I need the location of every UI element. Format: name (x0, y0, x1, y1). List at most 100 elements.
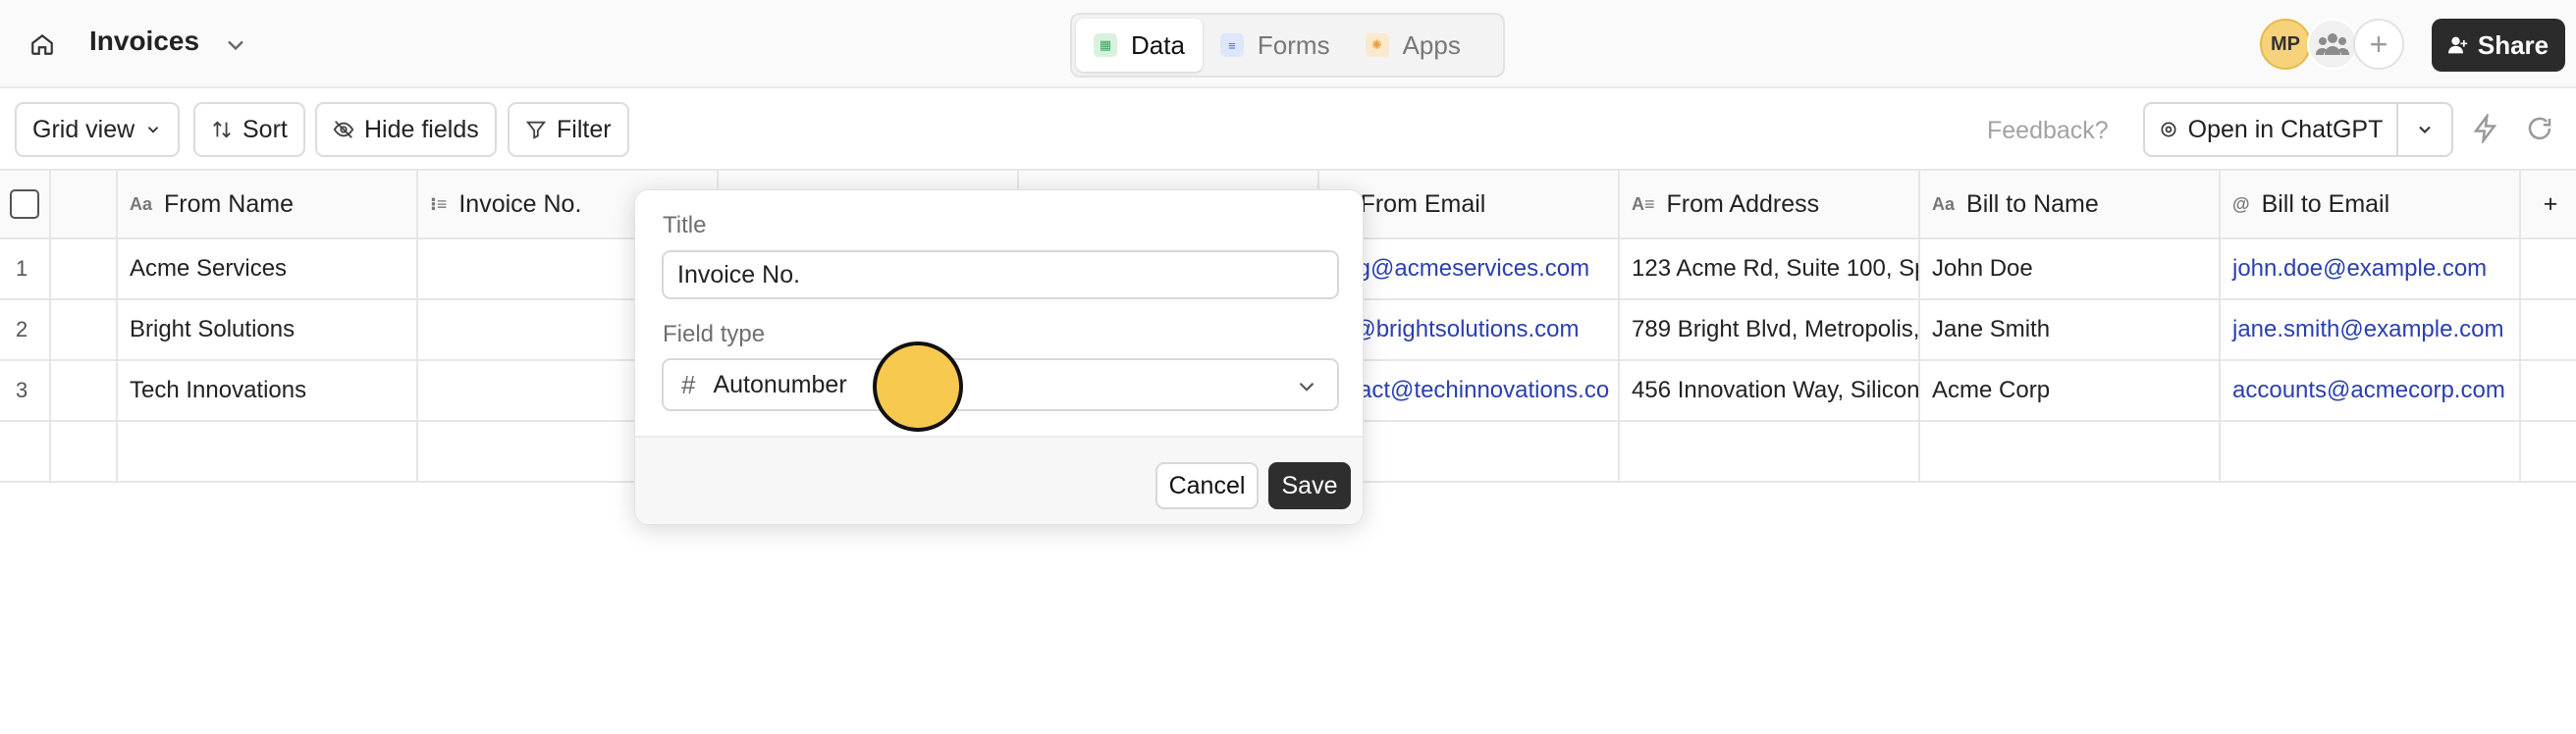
cell-bill-to-email[interactable]: accounts@acmecorp.com (2221, 361, 2521, 420)
share-label: Share (2477, 29, 2549, 60)
user-plus-icon (2447, 36, 2468, 54)
popover-footer: Cancel Save (635, 436, 1363, 524)
cell (2521, 300, 2576, 359)
cell-bill-to-email[interactable]: john.doe@example.com (2221, 239, 2521, 298)
cell-from-name[interactable]: Bright Solutions (118, 300, 418, 359)
cell-from-email[interactable]: o@brightsolutions.com (1319, 300, 1620, 359)
sort-label: Sort (242, 115, 288, 143)
row-handle[interactable] (51, 300, 118, 359)
cell (2521, 239, 2576, 298)
cell[interactable] (1319, 422, 1620, 481)
title-input[interactable]: Invoice No. (662, 250, 1339, 299)
page-title: Invoices (89, 26, 200, 56)
row-handle[interactable] (51, 361, 118, 420)
row-number: 1 (0, 239, 51, 298)
refresh-icon[interactable] (2525, 114, 2558, 147)
cell-from-address[interactable]: 456 Innovation Way, Silicon (1620, 361, 1920, 420)
cell (2521, 361, 2576, 420)
filter-button[interactable]: Filter (508, 102, 629, 157)
cell-from-address[interactable]: 123 Acme Rd, Suite 100, Sp (1620, 239, 1920, 298)
top-bar: Invoices ▦ Data ≡ Forms ✺ Apps MP + Shar… (0, 0, 2576, 88)
chatgpt-dropdown-button[interactable] (2396, 102, 2453, 157)
select-all-cell (0, 171, 51, 237)
home-icon[interactable] (26, 27, 59, 61)
text-field-icon: Aa (130, 193, 153, 214)
chevron-down-icon[interactable] (222, 31, 249, 59)
sort-icon (213, 121, 231, 138)
team-icon[interactable] (2307, 19, 2358, 70)
field-type-select[interactable]: # Autonumber (662, 358, 1339, 411)
text-field-icon: Aa (1932, 193, 1956, 214)
cell (2521, 422, 2576, 481)
filter-label: Filter (557, 115, 612, 143)
feedback-link[interactable]: Feedback? (1987, 117, 2109, 145)
grid-view-label: Grid view (32, 115, 135, 143)
tab-data[interactable]: ▦ Data (1076, 19, 1203, 72)
long-text-icon: A≡ (1632, 193, 1655, 214)
tab-data-label: Data (1131, 29, 1185, 60)
cursor-indicator (873, 341, 963, 432)
grid-view-button[interactable]: Grid view (15, 102, 181, 157)
toolbar: Grid view Sort Hide fields Filter Feedba… (0, 90, 2576, 171)
avatar[interactable]: MP (2260, 19, 2311, 70)
cell-from-address[interactable]: 789 Bright Blvd, Metropolis, (1620, 300, 1920, 359)
chevron-down-icon (2419, 126, 2431, 133)
cancel-button[interactable]: Cancel (1155, 462, 1259, 509)
cell[interactable] (1620, 422, 1920, 481)
open-in-chatgpt-button[interactable]: Open in ChatGPT (2143, 102, 2398, 157)
row-number: 2 (0, 300, 51, 359)
column-header-from-email[interactable]: @ From Email (1319, 171, 1620, 237)
cell-bill-to-name[interactable]: Jane Smith (1920, 300, 2221, 359)
select-all-checkbox[interactable] (10, 189, 39, 219)
apps-icon: ✺ (1365, 33, 1389, 57)
eye-off-icon (333, 121, 354, 138)
table-icon: ▦ (1094, 33, 1117, 57)
cell-from-email[interactable]: ing@acmeservices.com (1319, 239, 1620, 298)
tab-apps-label: Apps (1402, 29, 1461, 60)
cell-bill-to-name[interactable]: Acme Corp (1920, 361, 2221, 420)
cell[interactable] (1920, 422, 2221, 481)
list-icon: ⁝≡ (430, 193, 448, 214)
column-header-from-address[interactable]: A≡ From Address (1620, 171, 1920, 237)
title-label: Title (663, 212, 707, 238)
column-header-bill-to-name[interactable]: Aa Bill to Name (1920, 171, 2221, 237)
column-label: Bill to Email (2261, 189, 2390, 218)
chatgpt-icon (2161, 122, 2176, 137)
column-label: From Email (1360, 189, 1486, 218)
tab-apps[interactable]: ✺ Apps (1348, 19, 1478, 72)
view-switcher: ▦ Data ≡ Forms ✺ Apps (1070, 13, 1505, 78)
add-collaborator-button[interactable]: + (2353, 19, 2404, 70)
cell (0, 422, 51, 481)
column-header-bill-to-email[interactable]: @ Bill to Email (2221, 171, 2521, 237)
share-button[interactable]: Share (2432, 19, 2565, 72)
header-spacer (51, 171, 118, 237)
row-handle[interactable] (51, 239, 118, 298)
column-label: From Name (164, 189, 294, 218)
tab-forms[interactable]: ≡ Forms (1203, 19, 1348, 72)
field-type-value: Autonumber (713, 370, 847, 398)
save-button[interactable]: Save (1268, 462, 1351, 509)
add-column-button[interactable]: + (2521, 171, 2576, 237)
cell[interactable] (118, 422, 418, 481)
cell-bill-to-name[interactable]: John Doe (1920, 239, 2221, 298)
hash-icon: # (681, 369, 696, 399)
form-icon: ≡ (1219, 33, 1244, 57)
column-label: Bill to Name (1966, 189, 2099, 218)
at-icon: @ (2232, 193, 2250, 214)
cell-from-name[interactable]: Tech Innovations (118, 361, 418, 420)
cell (51, 422, 118, 481)
cell[interactable] (2221, 422, 2521, 481)
chevron-down-icon (1299, 382, 1315, 392)
open-in-chatgpt-label: Open in ChatGPT (2187, 115, 2384, 143)
column-header-from-name[interactable]: Aa From Name (118, 171, 418, 237)
sort-button[interactable]: Sort (193, 102, 305, 157)
cell-from-name[interactable]: Acme Services (118, 239, 418, 298)
field-edit-popover: Title Invoice No. Field type # Autonumbe… (634, 189, 1364, 525)
cell-from-email[interactable]: ntact@techinnovations.co (1319, 361, 1620, 420)
tab-forms-label: Forms (1257, 29, 1330, 60)
column-label: Invoice No. (458, 189, 582, 218)
lightning-icon[interactable] (2471, 111, 2504, 147)
cell-bill-to-email[interactable]: jane.smith@example.com (2221, 300, 2521, 359)
filter-icon (525, 121, 547, 139)
hide-fields-button[interactable]: Hide fields (315, 102, 497, 157)
